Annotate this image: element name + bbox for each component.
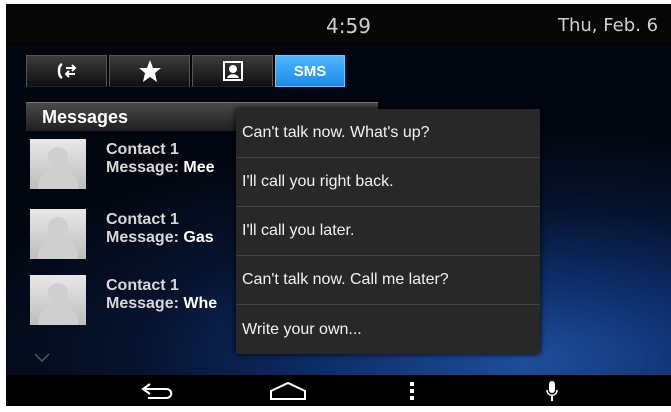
message-preview: Message: Whe (106, 295, 218, 312)
voice-button[interactable] (544, 379, 560, 403)
home-button[interactable] (268, 379, 308, 403)
screen-frame: 4:59 Thu, Feb. 6 SMS Messages Contact 1 … (6, 4, 671, 406)
tab-sms[interactable]: SMS (275, 55, 345, 87)
message-preview: Message: Mee (106, 159, 215, 176)
favorites-star-icon (138, 60, 161, 82)
contact-name: Contact 1 (106, 141, 179, 158)
tab-bar: SMS (26, 55, 347, 89)
home-icon (270, 381, 306, 400)
quick-reply-option[interactable]: Can't talk now. What's up? (236, 109, 540, 158)
write-your-own-option[interactable]: Write your own... (236, 305, 540, 354)
avatar (30, 275, 86, 325)
back-icon (141, 383, 173, 399)
quick-reply-option[interactable]: I'll call you later. (236, 207, 540, 256)
contact-name: Contact 1 (106, 277, 179, 294)
chevron-down-icon[interactable] (34, 353, 50, 363)
microphone-icon (546, 381, 558, 401)
tab-contacts[interactable] (192, 55, 273, 87)
tab-favorites[interactable] (109, 55, 190, 87)
quick-reply-option[interactable]: Can't talk now. Call me later? (236, 256, 540, 305)
status-bar: 4:59 Thu, Feb. 6 (6, 4, 671, 44)
back-button[interactable] (140, 379, 176, 403)
contacts-icon (222, 61, 243, 81)
navigation-bar (6, 375, 671, 406)
contact-name: Contact 1 (106, 211, 179, 228)
quick-reply-menu: Can't talk now. What's up? I'll call you… (236, 109, 540, 354)
messages-title: Messages (42, 107, 129, 127)
call-log-icon (57, 62, 76, 80)
message-preview: Message: Gas (106, 229, 214, 246)
menu-button[interactable] (406, 379, 418, 403)
menu-icon (410, 382, 414, 400)
avatar (30, 139, 86, 189)
date: Thu, Feb. 6 (558, 15, 659, 36)
clock: 4:59 (326, 14, 371, 38)
quick-reply-option[interactable]: I'll call you right back. (236, 158, 540, 207)
tab-call-log[interactable] (26, 55, 107, 87)
avatar (30, 209, 86, 259)
